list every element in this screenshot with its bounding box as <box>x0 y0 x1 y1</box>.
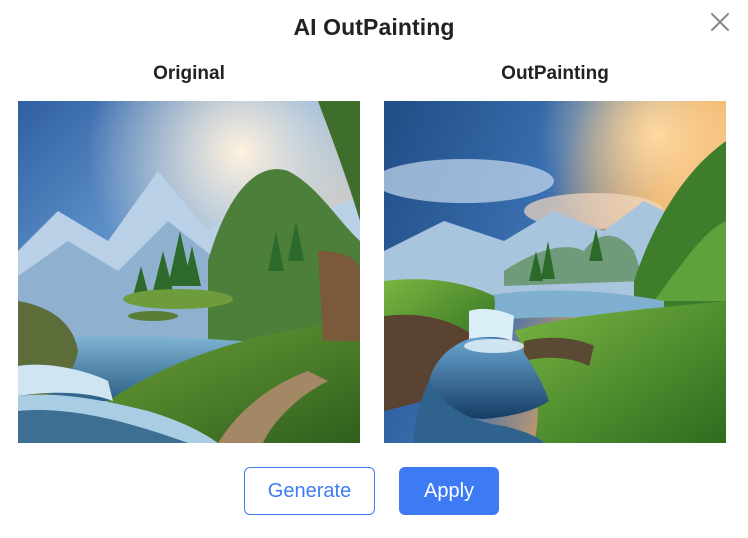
original-image <box>18 101 360 443</box>
dialog-title: AI OutPainting <box>293 14 455 40</box>
outpainting-label: OutPainting <box>501 63 609 84</box>
original-label: Original <box>153 63 225 84</box>
outpainting-image <box>384 101 726 443</box>
apply-button[interactable]: Apply <box>399 467 499 515</box>
close-icon[interactable] <box>709 11 731 33</box>
generate-button[interactable]: Generate <box>244 467 375 515</box>
outpainting-dialog: AI OutPainting Original OutPainting Gene… <box>0 0 748 538</box>
